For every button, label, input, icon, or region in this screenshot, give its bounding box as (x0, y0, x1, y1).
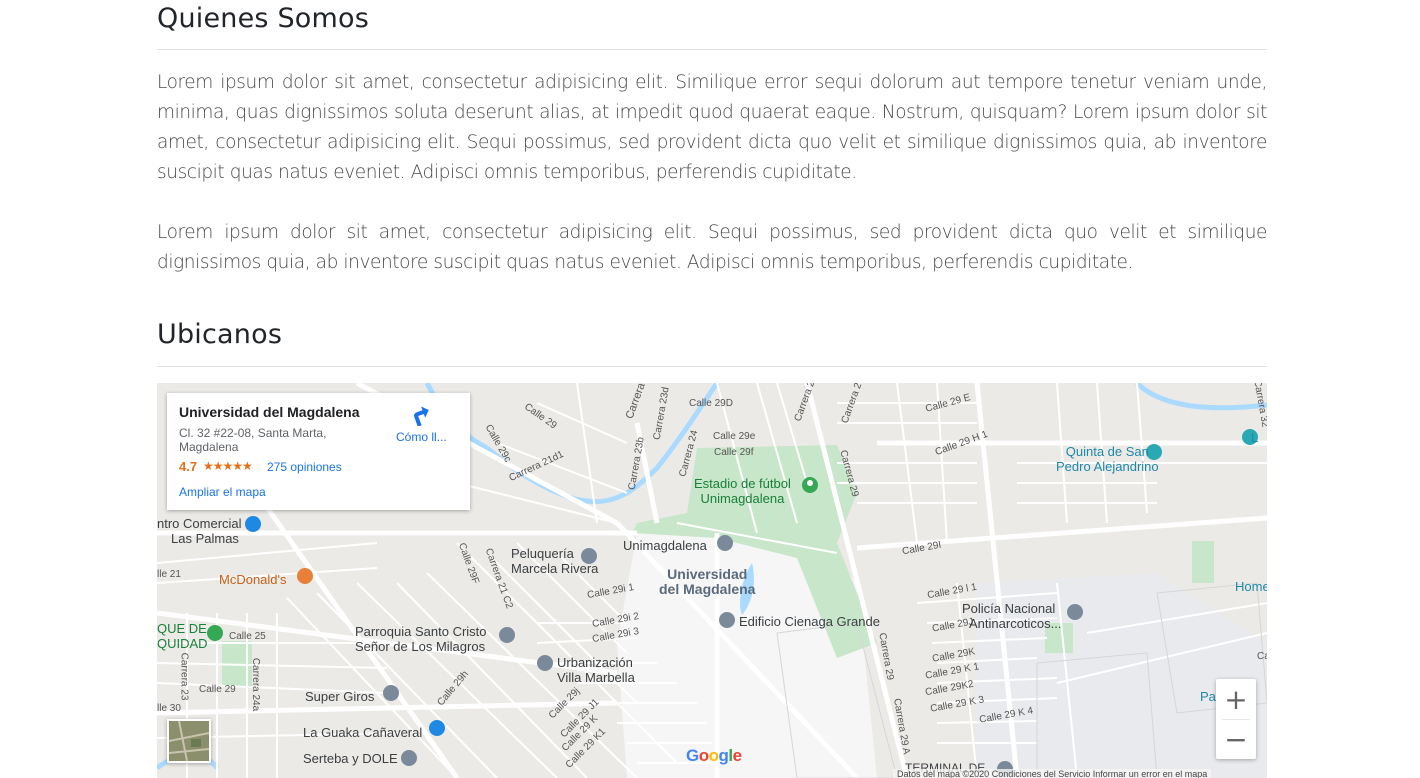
satellite-thumbnail-icon (169, 721, 209, 761)
street-label: lle 21 (157, 569, 181, 580)
zoom-out-button[interactable]: − (1216, 719, 1256, 759)
google-logo-e: e (732, 746, 742, 765)
place-info-card: Universidad del Magdalena Cl. 32 #22-08,… (167, 393, 470, 510)
poi-home[interactable]: Home (1235, 579, 1267, 594)
rating-stars-icon: ★★★★★ (203, 459, 253, 473)
satellite-toggle-button[interactable] (167, 719, 211, 763)
poi-quinta[interactable]: Quinta de San Pedro Alejandrino (1056, 444, 1159, 474)
poi-estadio-line1: Estadio de fútbol (694, 476, 791, 491)
street-label: Carrera 23 (178, 652, 190, 701)
google-logo: Google (686, 746, 742, 766)
google-logo-o1: o (698, 746, 709, 765)
about-paragraph-1: Lorem ipsum dolor sit amet, consectetur … (157, 72, 1267, 183)
poi-centro-line2: Las Palmas (171, 531, 239, 546)
google-logo-g: G (686, 746, 699, 765)
google-logo-g2: g (718, 746, 729, 765)
poi-estadio-line2: Unimagdalena (700, 491, 785, 506)
street-label: Calle 29f (714, 447, 754, 458)
poi-policia-line1: Policía Nacional (962, 601, 1056, 616)
poi-quinta-line1: Quinta de San (1065, 444, 1149, 459)
location-heading: Ubicanos (157, 319, 283, 350)
poi-quedad-line1: QUE DE (157, 621, 207, 636)
poi-policia[interactable]: Policía Nacional Antinarcoticos... (962, 601, 1062, 631)
poi-quedad-line2: QUIDAD (157, 636, 208, 651)
poi-quinta-line2: Pedro Alejandrino (1056, 459, 1159, 474)
poi-urbanizacion[interactable]: Urbanización Villa Marbella (557, 655, 635, 685)
poi-universidad-line2: del Magdalena (659, 581, 756, 597)
poi-centro-line1: ntro Comercial (157, 516, 242, 531)
street-label: Calle 29D (689, 398, 733, 409)
street-label: Ca (1257, 651, 1267, 662)
about-heading: Quienes Somos (157, 3, 369, 34)
street-label: Calle 29 (199, 684, 236, 695)
about-divider (157, 49, 1267, 50)
about-paragraph-2-wrapper: Lorem ipsum dolor sit amet, consectetur … (157, 218, 1267, 278)
poi-serteba[interactable]: Serteba y DOLE (303, 751, 398, 766)
enlarge-map-link[interactable]: Ampliar el mapa (179, 485, 266, 499)
poi-parroquia-line1: Parroquia Santo Cristo (355, 624, 487, 639)
poi-universidad[interactable]: Universidad del Magdalena (659, 567, 755, 597)
poi-universidad-line1: Universidad (667, 566, 748, 582)
poi-mcdonalds[interactable]: McDonald's (219, 572, 287, 587)
zoom-controls: + − (1216, 679, 1256, 759)
poi-peluqueria-line2: Marcela Rivera (511, 561, 599, 576)
poi-cienaga[interactable]: Edificio Cienaga Grande (739, 614, 880, 629)
place-rating: 4.7 (179, 459, 198, 474)
poi-peluqueria-line1: Peluquería (511, 546, 574, 561)
poi-parroquia[interactable]: Parroquia Santo Cristo Señor de Los Mila… (355, 624, 487, 654)
map-attribution[interactable]: Datos del mapa ©2020 Condiciones del Ser… (893, 769, 1212, 778)
poi-parroquia-line2: Señor de Los Milagros (355, 639, 486, 654)
poi-centro-comercial[interactable]: ntro Comercial Las Palmas (157, 516, 242, 546)
street-label: lle 30 (157, 703, 181, 714)
poi-urbanizacion-line2: Villa Marbella (557, 670, 635, 685)
street-label: Calle 25 (229, 631, 266, 642)
poi-estadio[interactable]: Estadio de fútbol Unimagdalena (694, 476, 791, 506)
directions-icon[interactable] (410, 404, 432, 426)
poi-edge-l: L (1251, 430, 1259, 445)
zoom-in-button[interactable]: + (1216, 679, 1256, 719)
place-name: Universidad del Magdalena (179, 404, 360, 420)
about-paragraph-2: Lorem ipsum dolor sit amet, consectetur … (157, 222, 1267, 273)
poi-urbanizacion-line1: Urbanización (557, 655, 633, 670)
poi-policia-line2: Antinarcoticos... (969, 616, 1062, 631)
about-paragraph-1-wrapper: Lorem ipsum dolor sit amet, consectetur … (157, 68, 1267, 188)
poi-supergiros[interactable]: Super Giros (305, 689, 374, 704)
street-label: Carrera 24a (250, 657, 262, 712)
poi-quedad[interactable]: QUE DE QUIDAD (157, 621, 208, 651)
poi-guaka[interactable]: La Guaka Cañaveral (303, 725, 422, 740)
poi-peluqueria[interactable]: Peluquería Marcela Rivera (511, 546, 598, 576)
location-divider (157, 366, 1267, 367)
reviews-link[interactable]: 275 opiniones (267, 460, 342, 474)
place-address: Cl. 32 #22-08, Santa Marta, Magdalena (179, 426, 327, 454)
google-logo-o2: o (708, 746, 719, 765)
directions-link[interactable]: Cómo ll... (396, 430, 447, 444)
street-label: Calle 29e (713, 431, 756, 442)
google-map[interactable]: Calle 29 Calle 29c Carrera Carrera 23d C… (157, 383, 1267, 778)
poi-unimagdalena[interactable]: Unimagdalena (623, 538, 707, 553)
